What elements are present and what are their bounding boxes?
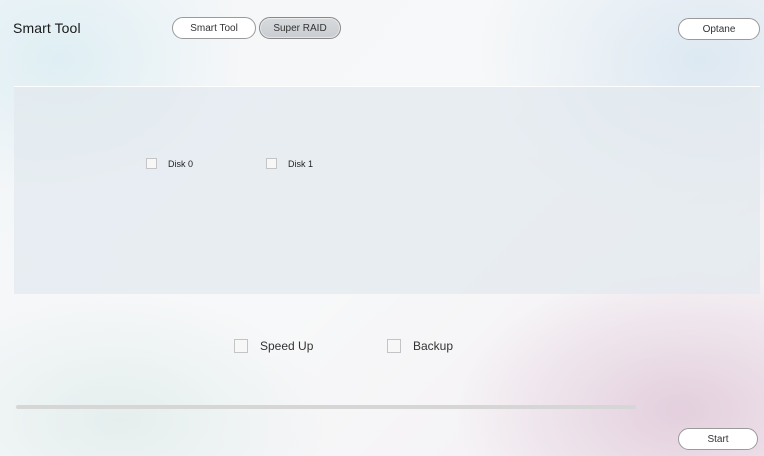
disk-0-checkbox[interactable] (146, 158, 157, 169)
optane-button[interactable]: Optane (678, 18, 760, 40)
app-title: Smart Tool (13, 20, 81, 36)
disk-0-option[interactable]: Disk 0 (146, 158, 193, 169)
start-button[interactable]: Start (678, 428, 758, 450)
backup-checkbox[interactable] (387, 339, 401, 353)
disk-1-label: Disk 1 (288, 158, 314, 169)
disk-1-option[interactable]: Disk 1 (266, 158, 313, 169)
speed-up-checkbox[interactable] (234, 339, 248, 353)
speed-up-option[interactable]: Speed Up (234, 339, 313, 353)
app-window: Smart Tool Smart Tool Super RAID Optane … (0, 0, 764, 456)
tab-super-raid[interactable]: Super RAID (259, 17, 341, 39)
speed-up-label: Speed Up (260, 339, 314, 353)
backup-label: Backup (413, 339, 454, 353)
disk-panel (14, 86, 760, 294)
tab-smart-tool[interactable]: Smart Tool (172, 17, 256, 39)
disk-1-checkbox[interactable] (266, 158, 277, 169)
backup-option[interactable]: Backup (387, 339, 453, 353)
disk-0-label: Disk 0 (168, 158, 194, 169)
progress-bar (16, 405, 636, 409)
